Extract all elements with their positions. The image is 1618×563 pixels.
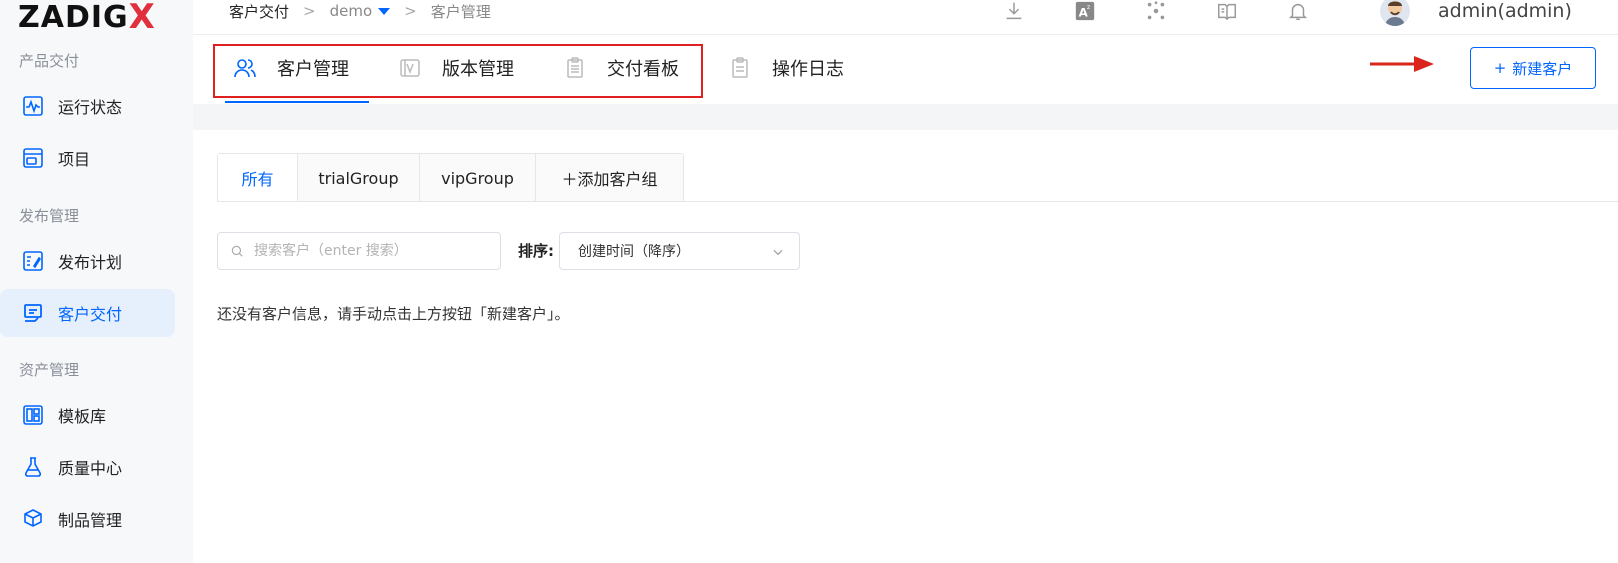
group-tab-all[interactable]: 所有	[218, 154, 298, 202]
sidebar-item-run-status[interactable]: 运行状态	[0, 82, 175, 130]
empty-state-message: 还没有客户信息，请手动点击上方按钮「新建客户」。	[217, 305, 570, 323]
sidebar-item-artifacts[interactable]: 制品管理	[0, 495, 175, 543]
sort-select[interactable]: 创建时间（降序）	[559, 232, 800, 270]
active-tab-indicator	[225, 101, 369, 103]
group-tab-trialgroup[interactable]: trialGroup	[298, 154, 420, 202]
customer-group-tabs: 所有 trialGroup vipGroup ＋添加客户组	[217, 153, 684, 202]
section-asset-management: 资产管理	[19, 361, 80, 379]
breadcrumb-separator: >	[404, 2, 417, 20]
caret-down-icon	[378, 7, 391, 15]
log-icon	[732, 57, 748, 78]
breadcrumb-separator: >	[303, 2, 316, 20]
plus-icon: +	[1493, 59, 1507, 77]
sort-value: 创建时间（降序）	[578, 244, 690, 260]
tab-bar: 客户管理 版本管理 交付看板 操作日志 + 新建客户	[193, 35, 1618, 103]
zadig-logo[interactable]: ZADIG X	[18, 0, 156, 37]
header-icons: Az	[1001, 0, 1356, 24]
sort-label: 排序:	[518, 242, 554, 260]
project-name: demo	[329, 2, 373, 20]
groups-divider	[217, 201, 1618, 202]
sidebar-item-release-plan[interactable]: 发布计划	[0, 237, 175, 285]
docs-icon[interactable]	[1214, 0, 1240, 24]
divider-strip	[193, 104, 1618, 130]
avatar[interactable]	[1380, 0, 1410, 26]
add-customer-group-button[interactable]: ＋添加客户组	[536, 154, 683, 202]
tab-label: 操作日志	[772, 59, 844, 80]
new-customer-button[interactable]: + 新建客户	[1470, 47, 1596, 89]
new-customer-label: 新建客户	[1512, 59, 1573, 78]
project-selector[interactable]: demo	[330, 2, 391, 20]
sidebar-item-templates[interactable]: 模板库	[0, 391, 175, 439]
chevron-down-icon	[773, 249, 783, 256]
breadcrumb-current: 客户管理	[430, 2, 491, 21]
translate-icon[interactable]: Az	[1072, 0, 1098, 24]
template-icon	[20, 402, 46, 428]
sidebar-item-customer-delivery[interactable]: 客户交付	[0, 289, 175, 337]
section-product-delivery: 产品交付	[19, 52, 80, 70]
sidebar-item-label: 制品管理	[58, 511, 123, 530]
bell-icon[interactable]	[1285, 0, 1311, 24]
sidebar-item-label: 质量中心	[58, 459, 123, 478]
tabs-highlight-box	[213, 44, 703, 98]
breadcrumb-root[interactable]: 客户交付	[229, 1, 289, 22]
sidebar-item-project[interactable]: 项目	[0, 134, 175, 182]
flask-icon	[20, 454, 46, 480]
sidebar-item-label: 运行状态	[58, 98, 123, 117]
section-release-management: 发布管理	[19, 207, 80, 225]
search-input[interactable]	[252, 242, 486, 260]
arrow-right-icon	[1370, 56, 1434, 72]
sidebar-item-label: 项目	[58, 150, 91, 169]
pulse-icon	[20, 93, 46, 119]
delivery-icon	[20, 300, 46, 326]
sidebar-item-label: 客户交付	[58, 305, 123, 324]
customer-search	[217, 232, 501, 270]
tab-operation-log[interactable]: 操作日志	[728, 53, 844, 83]
sidebar-item-quality-center[interactable]: 质量中心	[0, 443, 175, 491]
logo-x: X	[128, 0, 156, 37]
plugin-icon[interactable]	[1143, 0, 1169, 24]
search-icon	[231, 245, 243, 257]
logo-text: ZADIG	[18, 0, 129, 35]
sidebar-item-label: 模板库	[58, 407, 107, 426]
user-name[interactable]: admin(admin)	[1438, 0, 1572, 22]
project-icon	[20, 145, 46, 171]
top-bar: 客户交付 > demo > 客户管理 Az admin(admin)	[193, 0, 1618, 35]
breadcrumb: 客户交付 > demo > 客户管理	[229, 0, 491, 22]
group-tab-vipgroup[interactable]: vipGroup	[420, 154, 536, 202]
download-icon[interactable]	[1001, 0, 1027, 24]
sidebar-item-label: 发布计划	[58, 253, 123, 272]
sidebar: ZADIG X 产品交付 运行状态 项目 发布管理 发布计划 客户交付 资产管理 …	[0, 0, 193, 563]
artifact-icon	[20, 506, 46, 532]
release-plan-icon	[20, 248, 46, 274]
